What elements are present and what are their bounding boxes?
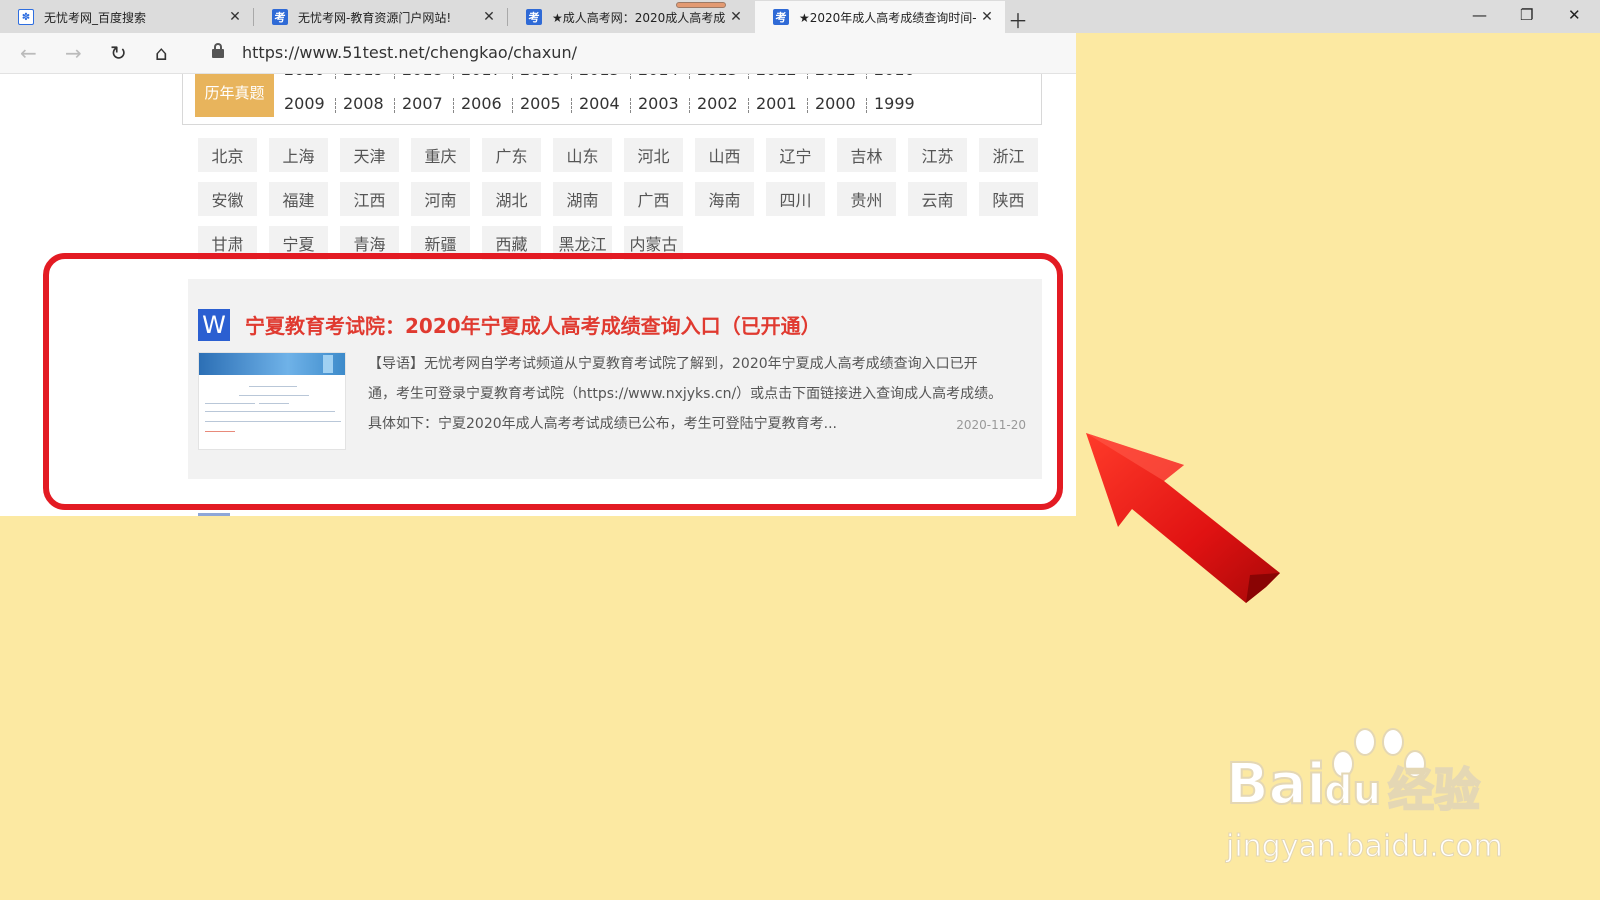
kao-site-icon: 考 — [526, 9, 542, 25]
close-icon[interactable]: ✕ — [979, 9, 995, 25]
address-input[interactable]: https://www.51test.net/chengkao/chaxun/ — [242, 43, 577, 62]
tab-drag-handle[interactable] — [676, 2, 726, 8]
watermark-du: du — [1323, 767, 1382, 815]
province-link[interactable]: 贵州 — [837, 182, 896, 216]
province-link[interactable]: 河北 — [624, 138, 683, 172]
province-link[interactable]: 北京 — [198, 138, 257, 172]
province-link[interactable]: 江西 — [340, 182, 399, 216]
watermark-url: jingyan.baidu.com — [1226, 829, 1504, 865]
province-link[interactable]: 湖北 — [482, 182, 541, 216]
past-exams-label: 历年真题 — [195, 74, 274, 117]
home-icon[interactable]: ⌂ — [155, 41, 168, 65]
close-icon[interactable]: ✕ — [481, 9, 497, 25]
province-link[interactable]: 云南 — [908, 182, 967, 216]
baidu-jingyan-watermark: Bai du 经验 jingyan.baidu.com — [1225, 724, 1526, 874]
year-link-2015[interactable]: 2015 — [579, 74, 638, 79]
province-link[interactable]: 陕西 — [979, 182, 1038, 216]
year-link-2020[interactable]: 2020 — [284, 74, 343, 79]
year-links-row: 2020201920182017201620152014201320122011… — [284, 74, 933, 79]
year-link-1999[interactable]: 1999 — [874, 94, 933, 113]
province-link[interactable]: 湖南 — [553, 182, 612, 216]
year-link-2006[interactable]: 2006 — [461, 94, 520, 113]
past-exams-box: 历年真题 20202019201820172016201520142013201… — [182, 74, 1042, 125]
province-link[interactable]: 河南 — [411, 182, 470, 216]
year-link-2016[interactable]: 2016 — [520, 74, 579, 79]
new-tab-icon[interactable]: ＋ — [1008, 5, 1028, 34]
tab-title: ★2020年成人高考成绩查询时间- — [799, 10, 977, 25]
province-link[interactable]: 吉林 — [837, 138, 896, 172]
province-link[interactable]: 辽宁 — [766, 138, 825, 172]
province-link[interactable]: 广东 — [482, 138, 541, 172]
browser-tab-bar: ✽ 无忧考网_百度搜索 ✕ 考 无忧考网-教育资源门户网站! ✕ 考 ★成人高考… — [0, 0, 1600, 33]
year-link-2001[interactable]: 2001 — [756, 94, 815, 113]
refresh-icon[interactable]: ↻ — [110, 41, 127, 65]
watermark-brand: Bai — [1225, 751, 1327, 818]
year-link-2005[interactable]: 2005 — [520, 94, 579, 113]
kao-site-icon: 考 — [272, 9, 288, 25]
tab-title: ★成人高考网：2020成人高考成 — [552, 10, 726, 25]
year-link-2019[interactable]: 2019 — [343, 74, 402, 79]
tab-baidu-search[interactable]: ✽ 无忧考网_百度搜索 ✕ — [0, 1, 253, 33]
province-link[interactable]: 天津 — [340, 138, 399, 172]
year-link-2017[interactable]: 2017 — [461, 74, 520, 79]
browser-nav-bar: ← → ↻ ⌂ https://www.51test.net/chengkao/… — [0, 33, 1076, 74]
province-link[interactable]: 山东 — [553, 138, 612, 172]
tab-51test-home[interactable]: 考 无忧考网-教育资源门户网站! ✕ — [254, 1, 507, 33]
province-link[interactable]: 广西 — [624, 182, 683, 216]
kao-site-icon: 考 — [773, 9, 789, 25]
province-link[interactable]: 上海 — [269, 138, 328, 172]
year-link-2011[interactable]: 2011 — [815, 74, 874, 79]
province-link[interactable]: 海南 — [695, 182, 754, 216]
watermark-brand-cn: 经验 — [1387, 762, 1481, 818]
restore-icon[interactable]: ❐ — [1520, 6, 1533, 24]
year-link-2012[interactable]: 2012 — [756, 74, 815, 79]
tab-title: 无忧考网-教育资源门户网站! — [298, 10, 452, 25]
province-link[interactable]: 重庆 — [411, 138, 470, 172]
forward-icon[interactable]: → — [65, 41, 82, 65]
year-links-row: 2009 2008 2007 2006 2005 2004 2003 2002 2001 2000… — [284, 94, 933, 113]
window-close-icon[interactable]: ✕ — [1568, 6, 1581, 24]
minimize-icon[interactable]: — — [1472, 6, 1487, 24]
year-link-2000[interactable]: 2000 — [815, 94, 874, 113]
province-link[interactable]: 安徽 — [198, 182, 257, 216]
year-link-2003[interactable]: 2003 — [638, 94, 697, 113]
year-link-2002[interactable]: 2002 — [697, 94, 756, 113]
province-link[interactable]: 浙江 — [979, 138, 1038, 172]
next-result-icon-stub — [198, 513, 230, 516]
red-highlight-frame — [43, 253, 1063, 510]
year-link-2007[interactable]: 2007 — [402, 94, 461, 113]
province-link[interactable]: 山西 — [695, 138, 754, 172]
tab-chengji-chaxun[interactable]: 考 ★2020年成人高考成绩查询时间- ✕ — [755, 1, 1005, 33]
year-link-2014[interactable]: 2014 — [638, 74, 697, 79]
back-icon[interactable]: ← — [20, 41, 37, 65]
lock-icon — [212, 43, 224, 59]
red-arrow-icon — [1086, 433, 1280, 603]
year-link-2018[interactable]: 2018 — [402, 74, 461, 79]
year-link-2010[interactable]: 2010 — [874, 74, 933, 79]
close-icon[interactable]: ✕ — [728, 9, 744, 25]
province-link[interactable]: 四川 — [766, 182, 825, 216]
year-link-2013[interactable]: 2013 — [697, 74, 756, 79]
year-link-2009[interactable]: 2009 — [284, 94, 343, 113]
province-link[interactable]: 福建 — [269, 182, 328, 216]
tab-title: 无忧考网_百度搜索 — [44, 10, 147, 25]
close-icon[interactable]: ✕ — [227, 9, 243, 25]
year-link-2004[interactable]: 2004 — [579, 94, 638, 113]
year-link-2008[interactable]: 2008 — [343, 94, 402, 113]
baidu-paw-icon: ✽ — [18, 9, 34, 25]
province-link[interactable]: 江苏 — [908, 138, 967, 172]
